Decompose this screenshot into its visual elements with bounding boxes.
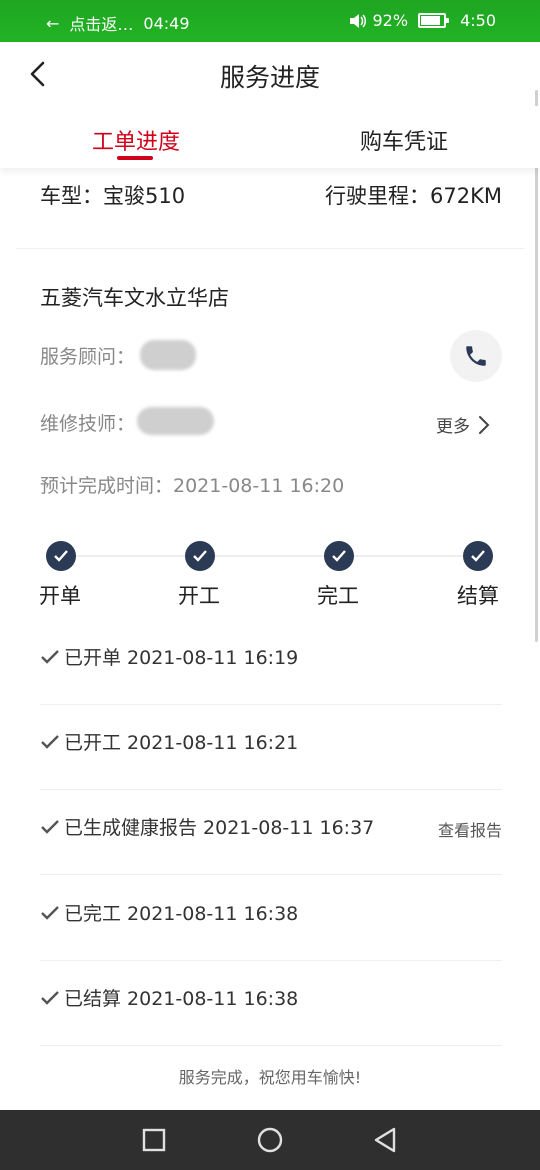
- tab-bar: 工单进度 购车凭证: [0, 106, 540, 168]
- active-tab-indicator: [117, 156, 153, 160]
- system-nav-bar: [0, 1110, 540, 1170]
- step-label-start-work: 开工: [178, 584, 220, 608]
- home-button[interactable]: [255, 1125, 285, 1155]
- check-icon: [41, 735, 59, 749]
- status-time: 4:50: [460, 11, 496, 30]
- step-label-finish-work: 完工: [317, 584, 359, 608]
- technician-name-redacted: [137, 407, 214, 435]
- timeline-item: 已开工 2021-08-11 16:21: [40, 704, 502, 790]
- battery-icon: [418, 13, 450, 28]
- check-icon: [193, 550, 207, 562]
- header: 服务进度: [0, 42, 540, 106]
- check-icon: [41, 650, 59, 664]
- step-check-open-order: [46, 541, 76, 571]
- check-icon: [471, 550, 485, 562]
- check-icon: [54, 550, 68, 562]
- square-icon: [142, 1128, 166, 1152]
- chevron-right-icon: [479, 415, 490, 434]
- timeline-item: 已生成健康报告 2021-08-11 16:37 查看报告: [40, 789, 502, 875]
- timeline-text: 已开单 2021-08-11 16:19: [64, 647, 299, 669]
- status-bar: ← 点击返… 04:49 92% 4:50: [0, 0, 540, 42]
- tab-order-progress[interactable]: 工单进度: [92, 124, 180, 156]
- page-title: 服务进度: [219, 63, 320, 92]
- advisor-name-redacted: [140, 340, 196, 370]
- timeline-item: 已开单 2021-08-11 16:19: [40, 619, 502, 705]
- check-icon: [41, 906, 59, 920]
- technician-label: 维修技师：: [40, 413, 136, 435]
- scrollbar[interactable]: [535, 90, 538, 642]
- store-name: 五菱汽车文水立华店: [40, 286, 229, 310]
- timeline-item: 已结算 2021-08-11 16:38: [40, 960, 502, 1046]
- steps-track: [62, 555, 480, 557]
- return-hint[interactable]: ← 点击返… 04:49: [46, 11, 190, 35]
- view-report-link[interactable]: 查看报告: [438, 817, 502, 841]
- back-nav-button[interactable]: [370, 1125, 400, 1155]
- phone-icon: [466, 346, 486, 366]
- timeline-text: 已生成健康报告 2021-08-11 16:37: [64, 817, 375, 839]
- more-label: 更多: [436, 417, 470, 437]
- timeline-text: 已完工 2021-08-11 16:38: [64, 903, 299, 925]
- step-check-finish-work: [324, 541, 354, 571]
- timeline-item: 已完工 2021-08-11 16:38: [40, 875, 502, 961]
- check-icon: [41, 820, 59, 834]
- volume-icon: [349, 13, 366, 28]
- car-mileage: 行驶里程：672KM: [325, 184, 502, 208]
- estimated-completion: 预计完成时间：2021-08-11 16:20: [40, 475, 345, 497]
- car-info: 车型：宝骏510 行驶里程：672KM: [16, 168, 524, 249]
- tab-purchase-voucher[interactable]: 购车凭证: [360, 124, 448, 156]
- triangle-back-icon: [374, 1127, 396, 1153]
- step-label-settlement: 结算: [457, 584, 499, 608]
- status-right: 92% 4:50: [349, 11, 496, 30]
- advisor-label: 服务顾问：: [40, 346, 136, 368]
- return-hint-text: 点击返…: [69, 15, 134, 34]
- check-icon: [41, 991, 59, 1005]
- more-button[interactable]: 更多: [436, 412, 490, 437]
- circle-icon: [257, 1127, 283, 1153]
- step-label-open-order: 开单: [39, 584, 81, 608]
- status-left-time: 04:49: [143, 13, 190, 33]
- check-icon: [332, 550, 346, 562]
- timeline-text: 已结算 2021-08-11 16:38: [64, 988, 299, 1010]
- service-complete-message: 服务完成，祝您用车愉快!: [178, 1068, 362, 1087]
- timeline-text: 已开工 2021-08-11 16:21: [64, 732, 299, 754]
- step-check-settlement: [463, 541, 493, 571]
- recent-apps-button[interactable]: [139, 1125, 169, 1155]
- call-advisor-button[interactable]: [450, 330, 502, 382]
- back-arrow-icon: ←: [46, 13, 60, 33]
- step-check-start-work: [185, 541, 215, 571]
- car-model: 车型：宝骏510: [40, 184, 186, 208]
- battery-percent: 92%: [372, 11, 409, 30]
